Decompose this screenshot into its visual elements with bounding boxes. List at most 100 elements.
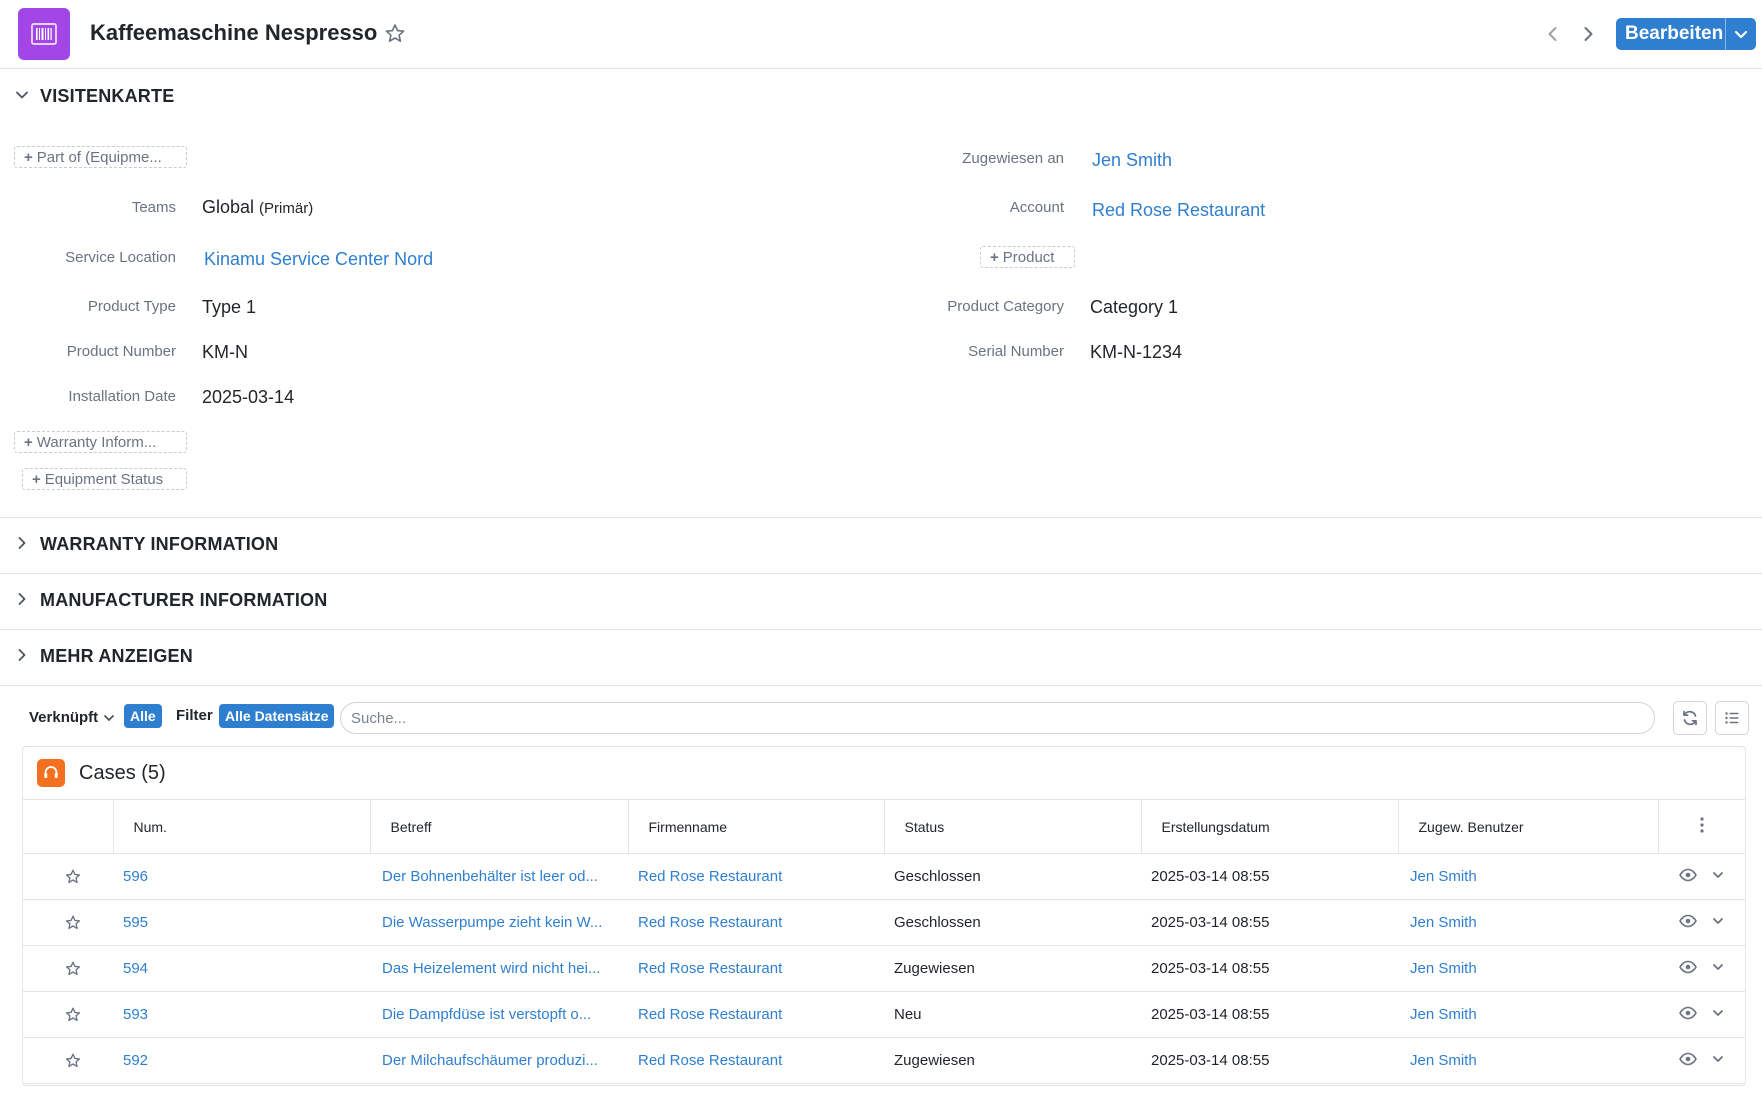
field-value-product-category: Category 1 [1090,297,1179,317]
case-created: 2025-03-14 08:55 [1141,899,1398,946]
all-records-chip[interactable]: Alle Datensätze [219,704,335,728]
plus-icon: + [990,248,999,266]
linked-dropdown[interactable]: Verknüpft [29,709,116,726]
star-icon[interactable] [33,1006,113,1024]
chevron-right-icon [14,535,30,551]
all-chip[interactable]: Alle [124,704,162,728]
chevron-down-icon[interactable] [1711,1052,1725,1070]
teams-value: Global [202,197,255,217]
more-vertical-icon[interactable] [1699,816,1705,834]
case-subject-link[interactable]: Der Milchaufschäumer produzi... [370,1037,628,1084]
case-user-link[interactable]: Jen Smith [1398,899,1658,946]
case-company-link[interactable]: Red Rose Restaurant [628,853,884,900]
case-user-link[interactable]: Jen Smith [1398,945,1658,992]
add-part-of-button[interactable]: + Part of (Equipme... [14,146,187,168]
case-subject-link[interactable]: Das Heizelement wird nicht hei... [370,945,628,992]
column-header-subject[interactable]: Betreff [370,799,629,854]
star-icon[interactable] [33,960,113,978]
chevron-right-icon[interactable] [1578,24,1598,44]
linked-label: Verknüpft [29,709,99,726]
add-equipment-status-button[interactable]: + Equipment Status [22,468,187,490]
service-location-link[interactable]: Kinamu Service Center Nord [204,249,433,270]
list-view-button[interactable] [1715,701,1749,735]
section-manufacturer[interactable]: MANUFACTURER INFORMATION [0,573,1762,630]
case-subject-link[interactable]: Der Bohnenbehälter ist leer od... [370,853,628,900]
cases-table: Num. Betreff Firmenname Status Erstellun… [23,799,1745,1084]
column-header-created[interactable]: Erstellungsdatum [1141,799,1399,854]
case-user-link[interactable]: Jen Smith [1398,853,1658,900]
case-subject-link[interactable]: Die Wasserpumpe zieht kein W... [370,899,628,946]
star-icon[interactable] [33,1052,113,1070]
row-favorite[interactable] [23,853,113,900]
table-row[interactable]: 596 Der Bohnenbehälter ist leer od... Red … [23,853,1745,900]
column-header-company[interactable]: Firmenname [628,799,885,854]
chevron-down-icon[interactable] [1711,914,1725,932]
field-label-product-category: Product Category [947,298,1064,315]
case-number-link[interactable]: 594 [113,945,370,992]
case-company-link[interactable]: Red Rose Restaurant [628,1037,884,1084]
case-user-link[interactable]: Jen Smith [1398,1037,1658,1084]
row-favorite[interactable] [23,899,113,946]
chevron-right-icon [14,647,30,663]
case-created: 2025-03-14 08:55 [1141,1037,1398,1084]
eye-icon[interactable] [1678,960,1697,978]
add-warranty-label: Warranty Inform... [36,433,157,451]
case-status: Neu [884,991,1141,1038]
case-company-link[interactable]: Red Rose Restaurant [628,899,884,946]
page-title: Kaffeemaschine Nespresso [90,20,378,45]
row-favorite[interactable] [23,945,113,992]
eye-icon[interactable] [1678,1052,1697,1070]
cases-panel: Cases (5) Num. Betreff Firmenname Status… [22,746,1746,1086]
plus-icon: + [24,433,33,451]
chevron-down-icon[interactable] [1711,868,1725,886]
assigned-user-link[interactable]: Jen Smith [1092,150,1172,171]
star-icon[interactable] [33,868,113,886]
case-status: Zugewiesen [884,1037,1141,1084]
table-header-row: Num. Betreff Firmenname Status Erstellun… [23,799,1745,854]
case-number-link[interactable]: 595 [113,899,370,946]
star-icon[interactable] [33,914,113,932]
table-row[interactable]: 592 Der Milchaufschäumer produzi... Red Ro… [23,1037,1745,1084]
row-favorite[interactable] [23,1037,113,1084]
eye-icon[interactable] [1678,1006,1697,1024]
section-title: VISITENKARTE [40,86,175,106]
case-number-link[interactable]: 593 [113,991,370,1038]
table-row[interactable]: 593 Die Dampfdüse ist verstopft o... Red R… [23,991,1745,1038]
row-actions [1658,991,1745,1038]
refresh-button[interactable] [1673,701,1707,735]
edit-button[interactable]: Bearbeiten [1616,18,1756,50]
column-header-status[interactable]: Status [884,799,1142,854]
case-number-link[interactable]: 592 [113,1037,370,1084]
row-favorite[interactable] [23,991,113,1038]
account-link[interactable]: Red Rose Restaurant [1092,200,1265,221]
add-warranty-button[interactable]: + Warranty Inform... [14,431,187,453]
case-user-link[interactable]: Jen Smith [1398,991,1658,1038]
teams-primary: (Primär) [259,200,314,217]
table-row[interactable]: 595 Die Wasserpumpe zieht kein W... Red Ro… [23,899,1745,946]
row-actions [1658,945,1745,992]
table-row[interactable]: 594 Das Heizelement wird nicht hei... Red … [23,945,1745,992]
chevron-down-icon[interactable] [1711,960,1725,978]
eye-icon[interactable] [1678,868,1697,886]
field-label-product-number: Product Number [66,343,176,360]
chevron-left-icon[interactable] [1543,24,1563,44]
case-company-link[interactable]: Red Rose Restaurant [628,945,884,992]
row-actions [1658,899,1745,946]
column-header-user[interactable]: Zugew. Benutzer [1398,799,1659,854]
column-settings[interactable] [1658,799,1745,854]
add-product-button[interactable]: + Product [980,246,1075,268]
column-header-num[interactable]: Num. [113,799,371,854]
case-number-link[interactable]: 596 [113,853,370,900]
star-icon[interactable] [383,22,407,46]
chevron-down-icon[interactable] [1711,1006,1725,1024]
cases-title: Cases (5) [79,762,166,784]
section-visitenkarte[interactable]: VISITENKARTE [0,69,1762,125]
eye-icon[interactable] [1678,914,1697,932]
case-subject-link[interactable]: Die Dampfdüse ist verstopft o... [370,991,628,1038]
chevron-down-icon[interactable] [1725,18,1756,50]
section-warranty[interactable]: WARRANTY INFORMATION [0,517,1762,574]
search-input[interactable] [340,702,1655,734]
section-more[interactable]: MEHR ANZEIGEN [0,629,1762,686]
case-company-link[interactable]: Red Rose Restaurant [628,991,884,1038]
case-status: Geschlossen [884,853,1141,900]
